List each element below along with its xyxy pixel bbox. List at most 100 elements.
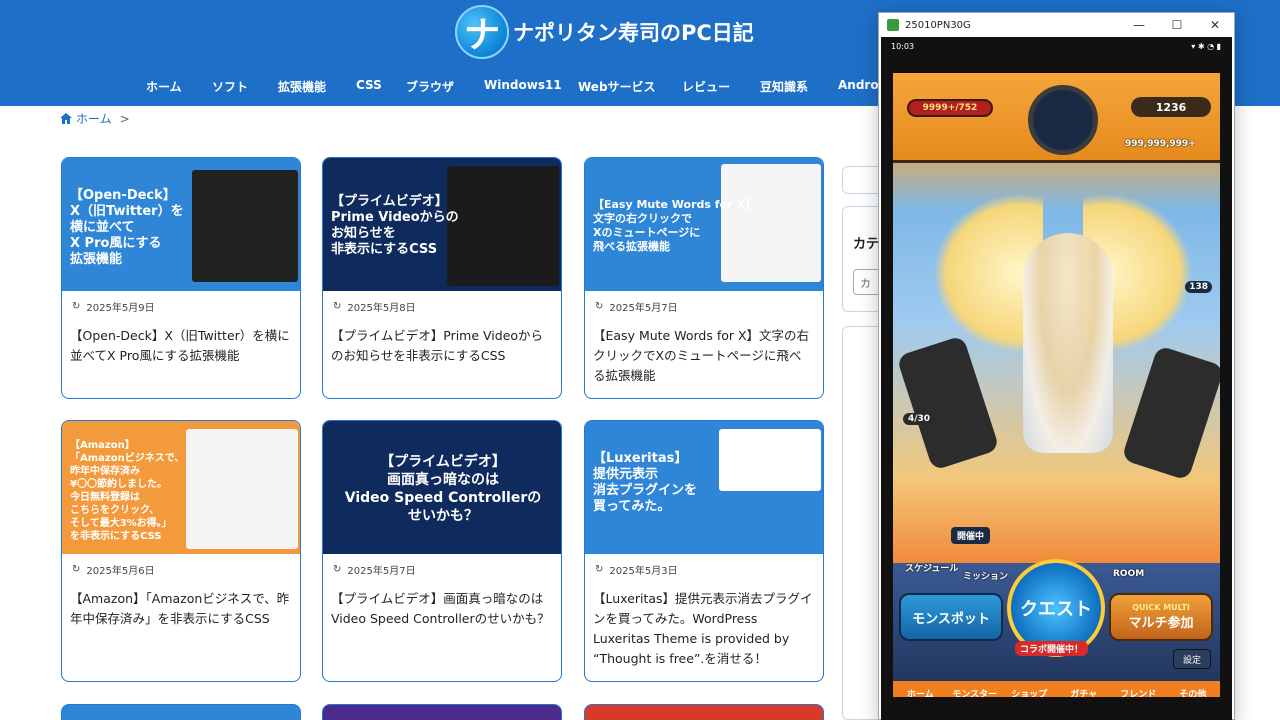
schedule-button[interactable]: スケジュール [905,561,958,574]
article-card[interactable] [584,704,824,720]
nav-item-software[interactable]: ソフト [212,78,248,95]
card-date-text: 2025年5月7日 [347,566,416,577]
bottom-nav: ホーム モンスター ショップ ガチャ フレンド その他 [893,687,1220,697]
card-date-text: 2025年5月9日 [86,303,155,314]
quick-multi-label: QUICK MULTI [1132,603,1190,612]
character-illustration [1023,233,1113,453]
card-title[interactable]: 【Open-Deck】X（旧Twitter）を横に並べてX Pro風にする拡張機… [70,326,290,366]
card-date-text: 2025年5月7日 [609,303,678,314]
nav-item-review[interactable]: レビュー [682,78,730,95]
update-icon: ↻ [333,564,342,575]
window-titlebar[interactable]: 25010PN30G — ☐ ✕ [879,13,1234,37]
nav-other[interactable]: その他 [1166,687,1221,697]
phone-mirror-window: 25010PN30G — ☐ ✕ 10:03 ▾ ✱ ◔ ▮ 9999+/752… [878,12,1235,720]
card-thumbnail-text: 【Amazon】 「Amazonビジネスで、 昨年中保存済み ¥〇〇節約しました… [70,440,185,542]
game-screen[interactable]: 9999+/752 1236 999,999,999+ 4/30 138 開催中… [893,73,1220,697]
card-screenshot-image [719,429,821,491]
maximize-button[interactable]: ☐ [1158,13,1196,37]
player-avatar[interactable] [1028,85,1098,155]
card-thumbnail-text: 【Luxeritas】 提供元表示 消去プラグインを 買ってみた。 [593,451,698,514]
card-date: ↻ 2025年5月8日 [333,299,561,314]
card-screenshot-image [192,170,298,282]
multi-label: マルチ参加 [1128,616,1194,631]
nav-item-extensions[interactable]: 拡張機能 [278,78,326,95]
card-thumbnail[interactable]: 【Luxeritas】 提供元表示 消去プラグインを 買ってみた。 [585,421,823,554]
article-card[interactable]: 【Easy Mute Words for X】 文字の右クリックで Xのミュート… [584,157,824,399]
card-screenshot-image [447,166,559,286]
card-thumbnail[interactable]: 【プライムビデオ】 画面真っ暗なのは Video Speed Controlle… [323,421,561,554]
room-button[interactable]: ROOM [1113,569,1144,579]
shot-counter: 4/30 [903,413,936,425]
card-thumbnail-text: 【Open-Deck】 X（旧Twitter）を 横に並べて X Pro風にする… [70,188,184,267]
card-thumbnail[interactable]: 【プライムビデオ】 Prime Videoからの お知らせを 非表示にするCSS [323,158,561,291]
article-card[interactable]: 【プライムビデオ】 Prime Videoからの お知らせを 非表示にするCSS… [322,157,562,399]
breadcrumb-home-link[interactable]: ホーム [76,110,112,127]
site-title: ナポリタン寿司のPC日記 [513,21,754,45]
breadcrumb: ホーム > [60,110,130,127]
app-icon [887,19,899,31]
card-date: ↻ 2025年5月6日 [72,562,300,577]
card-thumbnail[interactable]: 【Amazon】 「Amazonビジネスで、 昨年中保存済み ¥〇〇節約しました… [62,421,300,554]
phone-status-bar: 10:03 ▾ ✱ ◔ ▮ [891,39,1221,53]
nav-gacha[interactable]: ガチャ [1057,687,1112,697]
mon-spot-button[interactable]: モンスポット [899,593,1003,641]
nav-item-windows11[interactable]: Windows11 [484,78,562,92]
card-date-text: 2025年5月8日 [347,303,416,314]
nav-item-home[interactable]: ホーム [146,78,182,95]
update-icon: ↻ [595,301,604,312]
card-screenshot-image [186,429,298,549]
card-thumbnail-text: 【プライムビデオ】 Prime Videoからの お知らせを 非表示にするCSS [331,194,459,257]
close-button[interactable]: ✕ [1196,13,1234,37]
card-thumbnail-text: 【プライムビデオ】 画面真っ暗なのは Video Speed Controlle… [344,454,542,524]
article-card[interactable]: 【Luxeritas】 提供元表示 消去プラグインを 買ってみた。 ↻ 2025… [584,420,824,682]
logo-icon: ナ [455,5,509,59]
article-card[interactable]: 【Amazon】 「Amazonビジネスで、 昨年中保存済み ¥〇〇節約しました… [61,420,301,682]
nav-monster[interactable]: モンスター [948,687,1003,697]
collab-badge: コラボ開催中！ [1015,641,1089,656]
cannon-right [1121,345,1220,481]
card-date: ↻ 2025年5月7日 [333,562,561,577]
article-card[interactable]: 【Open-Deck】 X（旧Twitter）を 横に並べて X Pro風にする… [61,157,301,399]
multi-join-button[interactable]: QUICK MULTI マルチ参加 [1109,593,1213,641]
mission-button[interactable]: ミッション [963,569,1008,582]
nav-friend[interactable]: フレンド [1111,687,1166,697]
card-date-text: 2025年5月6日 [86,566,155,577]
article-card[interactable]: 【プライムビデオ】 画面真っ暗なのは Video Speed Controlle… [322,420,562,682]
article-card[interactable] [61,704,301,720]
card-thumbnail[interactable]: 【Open-Deck】 X（旧Twitter）を 横に並べて X Pro風にする… [62,158,300,291]
screen: ナ ナポリタン寿司のPC日記 ホーム ソフト 拡張機能 CSS ブラウザ Win… [0,0,1280,720]
coin-counter: 999,999,999+ [1125,139,1196,149]
update-icon: ↻ [333,301,342,312]
card-title[interactable]: 【Amazon】「Amazonビジネスで、昨年中保存済み」を非表示にするCSS [70,589,290,629]
nav-shop[interactable]: ショップ [1002,687,1057,697]
site-logo[interactable]: ナ ナポリタン寿司のPC日記 [455,5,754,59]
card-thumbnail[interactable]: 【Easy Mute Words for X】 文字の右クリックで Xのミュート… [585,158,823,291]
breadcrumb-separator: > [119,111,130,126]
card-date-text: 2025年5月3日 [609,566,678,577]
card-title[interactable]: 【プライムビデオ】Prime Videoからのお知らせを非表示にするCSS [331,326,551,366]
status-time: 10:03 [891,41,915,51]
side-counter: 138 [1185,281,1212,293]
nav-item-web-services[interactable]: Webサービス [578,78,656,95]
gem-counter[interactable]: 1236 [1131,97,1211,117]
status-icons: ▾ ✱ ◔ ▮ [1191,41,1221,51]
nav-item-tips[interactable]: 豆知識系 [760,78,808,95]
window-title: 25010PN30G [905,19,971,31]
nav-item-browser[interactable]: ブラウザ [406,78,454,95]
event-tag[interactable]: 開催中 [951,527,991,544]
nav-home[interactable]: ホーム [893,687,948,697]
update-icon: ↻ [72,301,81,312]
minimize-button[interactable]: — [1120,13,1158,37]
card-title[interactable]: 【プライムビデオ】画面真っ暗なのはVideo Speed Controllerの… [331,589,551,629]
article-card[interactable] [322,704,562,720]
update-icon: ↻ [72,564,81,575]
nav-item-css[interactable]: CSS [356,78,382,92]
update-icon: ↻ [595,564,604,575]
card-title[interactable]: 【Easy Mute Words for X】文字の右クリックでXのミュートペー… [593,326,813,386]
card-title[interactable]: 【Luxeritas】提供元表示消去プラグインを買ってみた。WordPress … [593,589,813,669]
stamina-meter[interactable]: 9999+/752 [907,99,993,117]
settings-button[interactable]: 設定 [1173,649,1211,669]
card-date: ↻ 2025年5月7日 [595,299,823,314]
card-date: ↻ 2025年5月9日 [72,299,300,314]
home-icon [60,113,72,124]
